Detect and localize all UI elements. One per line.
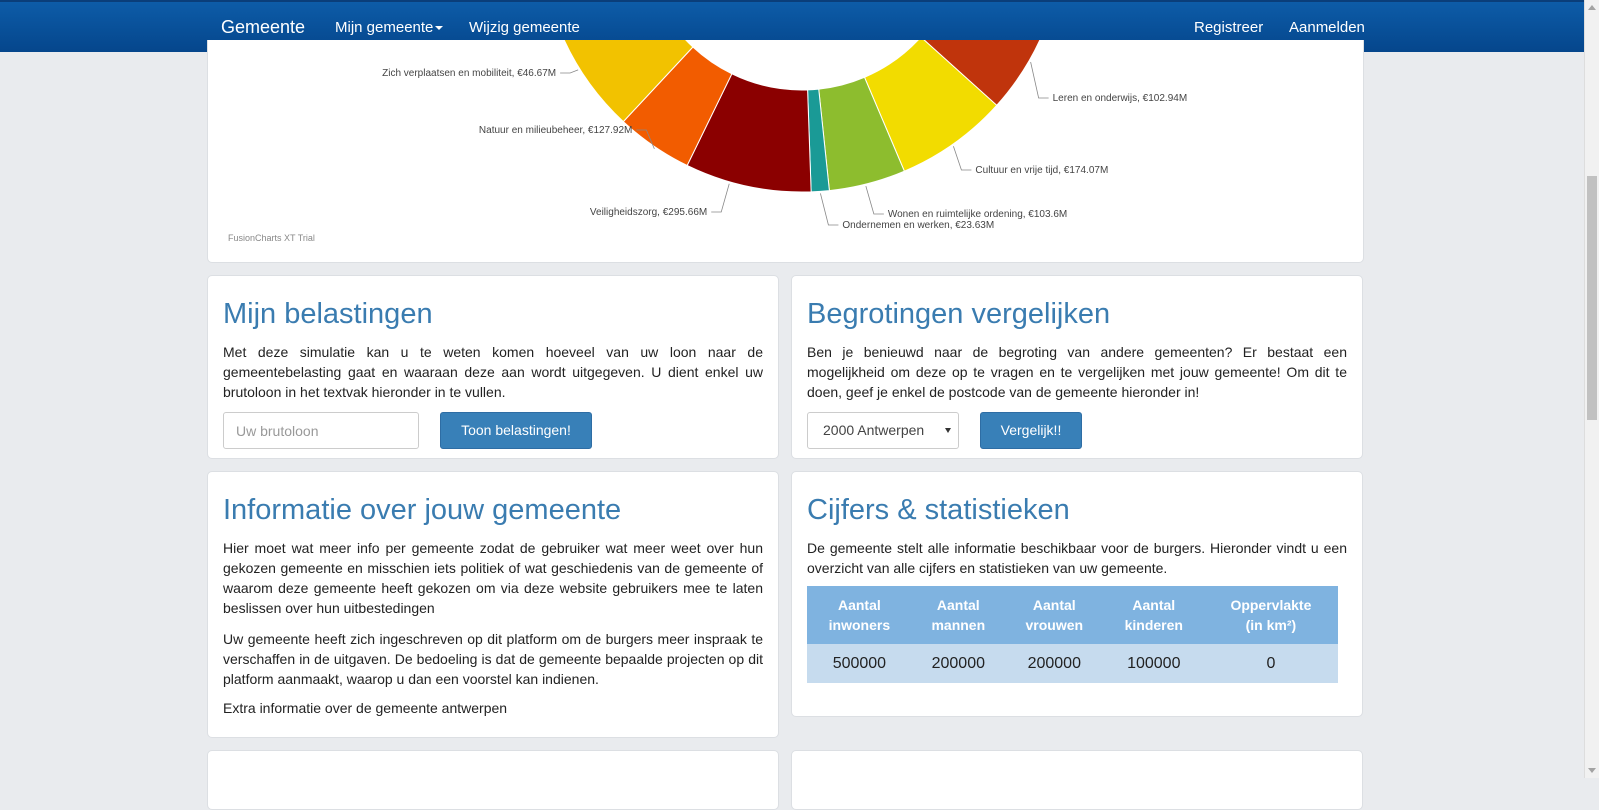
- info-title: Informatie over jouw gemeente: [223, 494, 622, 526]
- stats-header-cell: Aantal mannen: [911, 586, 1005, 644]
- budget-chart-panel: Leren en onderwijs, €102.94M Cultuur en v…: [207, 40, 1364, 263]
- stats-value-cell: 200000: [911, 644, 1005, 683]
- stats-value-cell: 200000: [1004, 644, 1104, 683]
- stats-value-cell: 100000: [1103, 644, 1204, 683]
- taxes-title: Mijn belastingen: [223, 298, 433, 330]
- next-right-panel: [791, 750, 1363, 810]
- compare-title: Begrotingen vergelijken: [807, 298, 1111, 330]
- stats-text: De gemeente stelt alle informatie beschi…: [807, 540, 1347, 576]
- info-panel: Informatie over jouw gemeente Hier moet …: [207, 471, 779, 738]
- pie-slice-label: Natuur en milieubeheer, €127.92M: [479, 125, 632, 136]
- municipality-select[interactable]: 2000 Antwerpen: [807, 412, 959, 449]
- pie-leader-line: [560, 69, 579, 74]
- pie-slice-label: Zich verplaatsen en mobiliteit, €46.67M: [382, 68, 556, 79]
- stats-header-cell: Aantal inwoners: [807, 586, 912, 644]
- pie-slice-label: Cultuur en vrije tijd, €174.07M: [975, 165, 1108, 176]
- stats-header-cell: Aantal kinderen: [1103, 586, 1204, 644]
- nav-change-municipality[interactable]: Wijzig gemeente: [469, 19, 580, 36]
- next-left-panel: [207, 750, 779, 810]
- pie-slice-label: Wonen en ruimtelijke ordening, €103.6M: [888, 209, 1067, 220]
- pie-slice-label: Ondernemen en werken, €23.63M: [842, 220, 994, 231]
- select-arrow-icon: [945, 428, 951, 433]
- pie-leader-line: [953, 146, 972, 171]
- stats-panel: Cijfers & statistieken De gemeente stelt…: [791, 471, 1363, 717]
- nav-my-municipality-dropdown[interactable]: Mijn gemeente: [335, 19, 444, 36]
- scroll-up-arrow-icon[interactable]: [1588, 5, 1596, 10]
- stats-title: Cijfers & statistieken: [807, 494, 1070, 526]
- taxes-text: Met deze simulatie kan u te weten komen …: [223, 344, 763, 400]
- page-scrollbar[interactable]: [1584, 0, 1599, 778]
- stats-header-cell: Oppervlakte (in km²): [1203, 586, 1338, 644]
- compare-button[interactable]: Vergelijk!!: [980, 412, 1082, 449]
- taxes-panel: Mijn belastingen Met deze simulatie kan …: [207, 275, 779, 459]
- pie-leader-line: [820, 193, 839, 226]
- gross-salary-input[interactable]: [223, 412, 419, 449]
- pie-leader-line: [711, 183, 730, 213]
- nav-register[interactable]: Registreer: [1194, 19, 1263, 36]
- pie-leader-line: [1030, 61, 1049, 99]
- pie-slice-label: Leren en onderwijs, €102.94M: [1053, 93, 1188, 104]
- show-taxes-button[interactable]: Toon belastingen!: [440, 412, 592, 449]
- chart-watermark: FusionCharts XT Trial: [228, 233, 315, 243]
- info-paragraph-2: Uw gemeente heeft zich ingeschreven op d…: [223, 631, 763, 687]
- stats-header-cell: Aantal vrouwen: [1004, 586, 1104, 644]
- brand-link[interactable]: Gemeente: [221, 17, 305, 38]
- stats-table: Aantal inwoners Aantal mannen Aantal vrouwe…: [807, 586, 1338, 683]
- stats-value-row: 500000 200000 200000 100000 0: [807, 644, 1338, 683]
- compare-panel: Begrotingen vergelijken Ben je benieuwd …: [791, 275, 1363, 459]
- stats-value-cell: 500000: [807, 644, 912, 683]
- scroll-down-arrow-icon[interactable]: [1588, 768, 1596, 773]
- budget-donut-chart: Leren en onderwijs, €102.94M Cultuur en v…: [382, 40, 1188, 231]
- municipality-select-value: 2000 Antwerpen: [823, 422, 925, 438]
- compare-text: Ben je benieuwd naar de begroting van an…: [807, 344, 1347, 400]
- stats-header-row: Aantal inwoners Aantal mannen Aantal vrouwe…: [807, 586, 1338, 644]
- info-paragraph-1: Hier moet wat meer info per gemeente zod…: [223, 540, 763, 616]
- nav-login[interactable]: Aanmelden: [1289, 19, 1365, 36]
- scroll-thumb[interactable]: [1587, 176, 1597, 420]
- info-paragraph-3: Extra informatie over de gemeente antwer…: [223, 700, 508, 716]
- pie-leader-line: [865, 186, 884, 215]
- stats-value-cell: 0: [1203, 644, 1338, 683]
- caret-down-icon: [435, 26, 444, 31]
- pie-slice-label: Veiligheidszorg, €295.66M: [590, 207, 707, 218]
- nav-my-municipality-label: Mijn gemeente: [335, 19, 434, 36]
